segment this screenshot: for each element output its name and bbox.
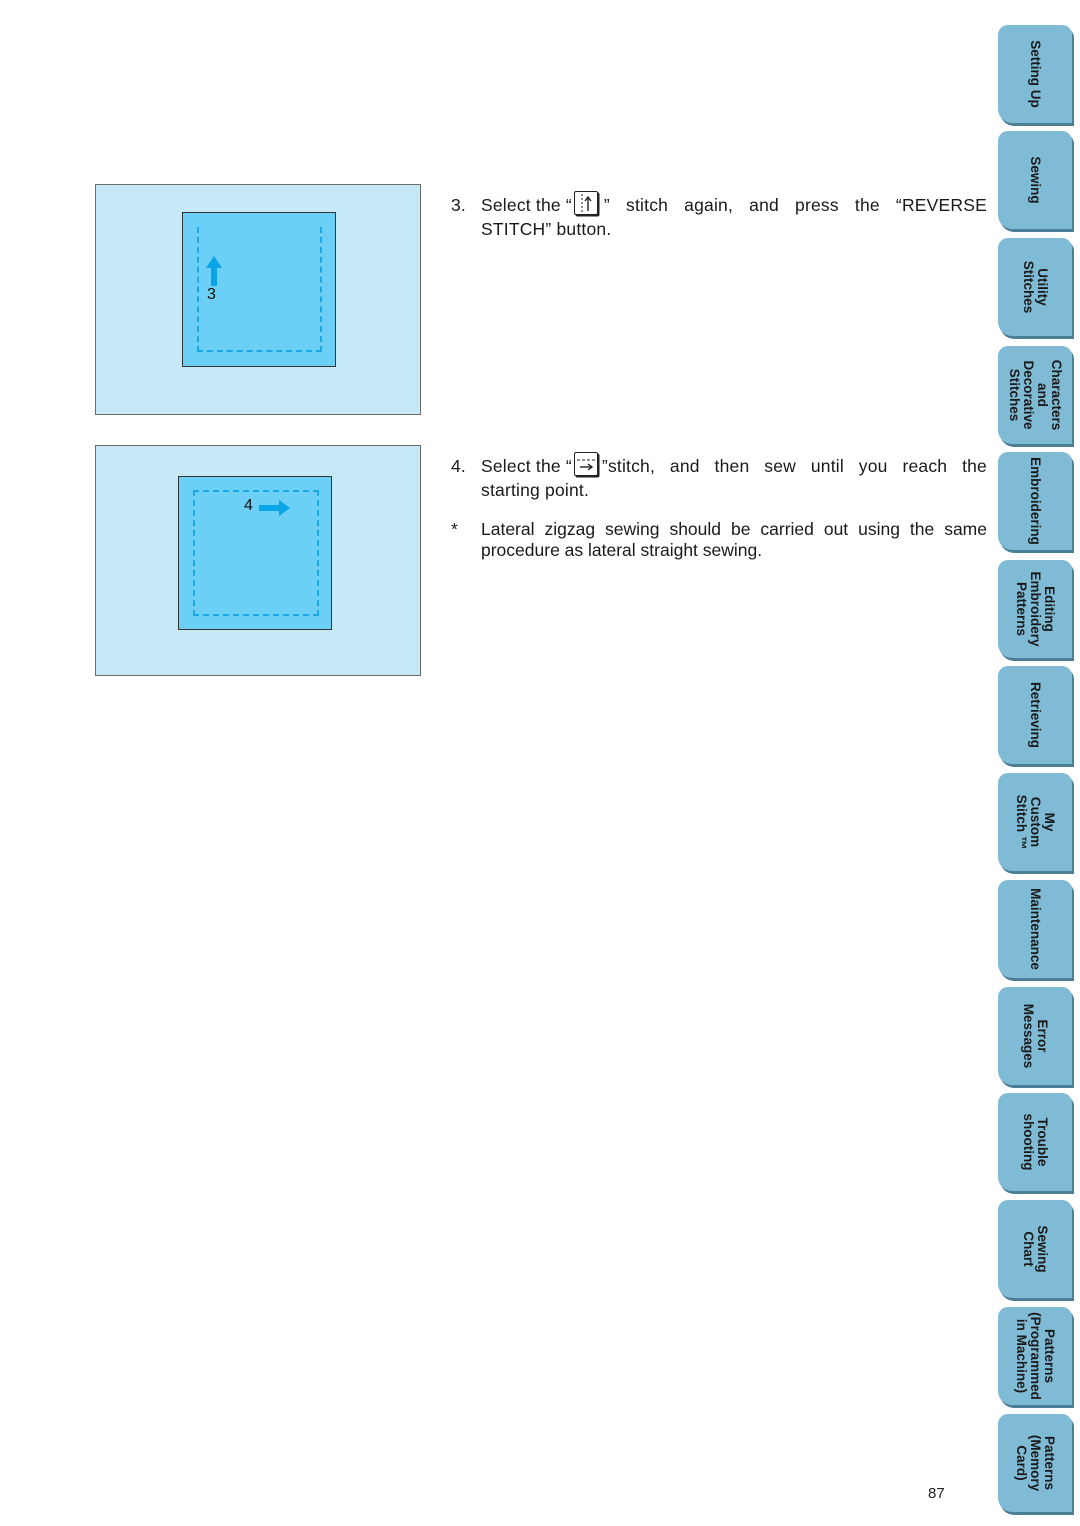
tab-label: Maintenance <box>1028 888 1043 970</box>
tab-error-messages[interactable]: Error Messages <box>998 987 1072 1085</box>
tab-label: Retrieving <box>1028 681 1043 749</box>
tab-retrieving[interactable]: Retrieving <box>998 666 1072 764</box>
note: * Lateral zigzag sewing should be carrie… <box>451 519 987 561</box>
tab-utility-stitches[interactable]: Utility Stitches <box>998 238 1072 336</box>
instruction-step-4: 4. Select the “ ”stitch, and then sew un… <box>451 452 987 501</box>
step-text-line2: STITCH” button. <box>481 219 612 239</box>
step-number-label: 3 <box>207 286 216 303</box>
tab-sewing-chart[interactable]: Sewing Chart <box>998 1200 1072 1298</box>
tab-label: Sewing <box>1028 156 1043 204</box>
tab-label: Setting Up <box>1028 40 1043 108</box>
illustration-step-3: 3 <box>95 184 421 415</box>
straight-stitch-reverse-icon <box>573 191 598 215</box>
tab-label: Error Messages <box>1021 1003 1050 1069</box>
tab-label: Patterns (Memory Card) <box>1014 1434 1057 1492</box>
step-number-label: 4 <box>244 497 253 514</box>
tab-setting-up[interactable]: Setting Up <box>998 25 1072 123</box>
tab-label: My Custom Stitch ™ <box>1014 794 1057 850</box>
arrow-right-icon <box>259 500 291 516</box>
tab-sewing[interactable]: Sewing <box>998 131 1072 229</box>
tab-label: Patterns (Programmed in Machine) <box>1014 1312 1057 1400</box>
tab-patterns-memory-card[interactable]: Patterns (Memory Card) <box>998 1414 1072 1512</box>
step-text-line2: starting point. <box>481 480 590 500</box>
tab-label: Characters and Decorative Stitches <box>1007 359 1064 431</box>
step-text-before: Select the “ <box>481 195 572 215</box>
tab-trouble-shooting[interactable]: Trouble shooting <box>998 1093 1072 1191</box>
step-number: 3. <box>451 195 466 215</box>
illustration-step-4: 4 <box>95 445 421 676</box>
step-number: 4. <box>451 456 466 476</box>
step-text-after-content: ”stitch, and then sew until you reach th… <box>601 456 987 476</box>
seam-line <box>193 490 319 616</box>
tab-characters-and-decorative-stitches[interactable]: Characters and Decorative Stitches <box>998 346 1072 444</box>
tab-patterns-programmed-in-machine[interactable]: Patterns (Programmed in Machine) <box>998 1307 1072 1405</box>
tab-label: Editing Embroidery Patterns <box>1014 571 1057 647</box>
arrow-up-icon <box>205 256 223 288</box>
tab-label: Utility Stitches <box>1021 260 1050 314</box>
lateral-stitch-right-icon <box>573 452 598 476</box>
note-marker: * <box>451 519 458 539</box>
step-text-after-content: ” stitch again, and press the “REVERSE <box>603 195 987 215</box>
note-text: Lateral zigzag sewing should be carried … <box>481 519 987 560</box>
tab-maintenance[interactable]: Maintenance <box>998 880 1072 978</box>
tab-editing-embroidery-patterns[interactable]: Editing Embroidery Patterns <box>998 560 1072 658</box>
step-text-before: Select the “ <box>481 456 572 476</box>
instruction-step-3: 3. Select the “ ” stitch again, and pres… <box>451 191 987 240</box>
fabric-square: 4 <box>178 476 332 630</box>
tab-my-custom-stitch[interactable]: My Custom Stitch ™ <box>998 773 1072 871</box>
page-number: 87 <box>928 1485 945 1502</box>
fabric-square: 3 <box>182 212 336 367</box>
tab-label: Embroidering <box>1028 457 1043 545</box>
tab-label: Trouble shooting <box>1021 1113 1050 1171</box>
tab-embroidering[interactable]: Embroidering <box>998 452 1072 550</box>
step-text-after: ”stitch, and then sew until you reach th… <box>600 456 987 477</box>
tab-label: Sewing Chart <box>1021 1225 1050 1273</box>
step-text-after: ” stitch again, and press the “REVERSE <box>600 195 987 216</box>
